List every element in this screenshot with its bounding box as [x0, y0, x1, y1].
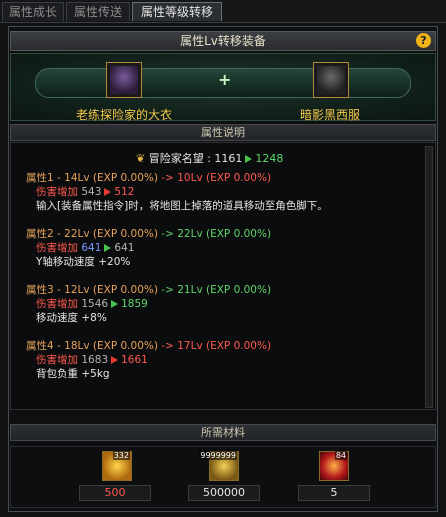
down-arrow-icon — [104, 188, 112, 196]
stat-from: 1683 — [81, 354, 109, 366]
panel-header: 属性Lv转移装备 ? — [10, 31, 436, 51]
stat-to: 512 — [114, 186, 135, 198]
target-equipment-slot[interactable] — [313, 62, 349, 98]
stat-from: 641 — [81, 242, 102, 254]
property-2-effect: Y轴移动速度 +20% — [36, 256, 131, 268]
material-count: 332 — [112, 451, 130, 460]
property-2-level: 属性2 - 22Lv (EXP 0.00%) — [26, 228, 158, 240]
right-arrow-icon — [104, 244, 112, 252]
stat-to: 641 — [114, 242, 135, 254]
stat-from: 543 — [81, 186, 102, 198]
tab-attribute-transfer[interactable]: 属性传送 — [66, 2, 130, 21]
tab-attribute-level-transfer[interactable]: 属性等级转移 — [132, 2, 222, 21]
property-1-effect: 输入[装备属性指令]时，将地图上掉落的道具移动至角色脚下。 — [36, 200, 328, 212]
property-4-effect: 背包负重 +5kg — [36, 368, 110, 380]
fame-row: ❦ 冒险家名望 : 1161 1248 — [136, 150, 283, 166]
tab-attribute-growth[interactable]: 属性成长 — [2, 2, 64, 21]
property-3-stat: 伤害增加 1546 1859 — [36, 296, 148, 311]
fame-new-value: 1248 — [255, 152, 284, 165]
property-1-stat: 伤害增加 543 512 — [36, 184, 134, 199]
material-required-2: 500000 — [188, 485, 260, 501]
stat-to: 1661 — [121, 354, 148, 366]
property-1-target: 10Lv (EXP 0.00%) — [177, 172, 272, 184]
arrow-icon: -> — [161, 284, 174, 296]
arrow-icon: -> — [161, 228, 174, 240]
material-count: 84 — [334, 451, 347, 460]
property-2-target: 22Lv (EXP 0.00%) — [177, 228, 272, 240]
property-4-title: 属性4 - 18Lv (EXP 0.00%) -> 17Lv (EXP 0.00… — [26, 338, 271, 353]
stat-to: 1859 — [121, 298, 148, 310]
property-4-stat: 伤害增加 1683 1661 — [36, 352, 148, 367]
property-2-title: 属性2 - 22Lv (EXP 0.00%) -> 22Lv (EXP 0.00… — [26, 226, 271, 241]
panel-title: 属性Lv转移装备 — [180, 34, 266, 48]
burst-orb-icon[interactable]: 84 — [319, 451, 349, 481]
property-3-effect: 移动速度 +8% — [36, 312, 107, 324]
tab-bar: 属性成长 属性传送 属性等级转移 — [0, 0, 446, 23]
property-1-title: 属性1 - 14Lv (EXP 0.00%) -> 10Lv (EXP 0.00… — [26, 170, 271, 185]
stat-label: 伤害增加 — [36, 242, 78, 254]
gold-crystal-icon[interactable]: 332 — [102, 451, 132, 481]
up-arrow-icon — [245, 155, 253, 163]
plus-icon: + — [218, 70, 232, 89]
source-equipment-slot[interactable] — [106, 62, 142, 98]
coat-icon — [110, 66, 138, 94]
material-count: 9999999 — [199, 451, 237, 460]
property-3-level: 属性3 - 12Lv (EXP 0.00%) — [26, 284, 158, 296]
help-icon[interactable]: ? — [416, 33, 431, 48]
arrow-icon: -> — [161, 172, 174, 184]
property-2-stat: 伤害增加 641 641 — [36, 240, 134, 255]
suit-icon — [317, 66, 345, 94]
property-4-level: 属性4 - 18Lv (EXP 0.00%) — [26, 340, 158, 352]
source-item-name: 老练探险家的大衣 — [76, 108, 173, 122]
description-header: 属性说明 — [10, 124, 436, 141]
scrollbar[interactable] — [425, 146, 433, 408]
property-4-target: 17Lv (EXP 0.00%) — [177, 340, 272, 352]
target-item-name: 暗影黑西服 — [300, 108, 361, 122]
down-arrow-icon — [111, 356, 119, 364]
up-arrow-icon — [111, 300, 119, 308]
fame-label: 冒险家名望 : 1161 — [148, 152, 243, 165]
fame-icon: ❦ — [136, 152, 146, 165]
stat-label: 伤害增加 — [36, 354, 78, 366]
stat-label: 伤害增加 — [36, 186, 78, 198]
stat-from: 1546 — [81, 298, 109, 310]
materials-header: 所需材料 — [10, 424, 436, 441]
property-3-target: 21Lv (EXP 0.00%) — [177, 284, 272, 296]
material-required-3: 5 — [298, 485, 370, 501]
gold-coins-icon[interactable]: 9999999 — [199, 451, 239, 481]
property-1-level: 属性1 - 14Lv (EXP 0.00%) — [26, 172, 158, 184]
arrow-icon: -> — [161, 340, 174, 352]
stat-label: 伤害增加 — [36, 298, 78, 310]
property-3-title: 属性3 - 12Lv (EXP 0.00%) -> 21Lv (EXP 0.00… — [26, 282, 271, 297]
material-required-1: 500 — [79, 485, 151, 501]
